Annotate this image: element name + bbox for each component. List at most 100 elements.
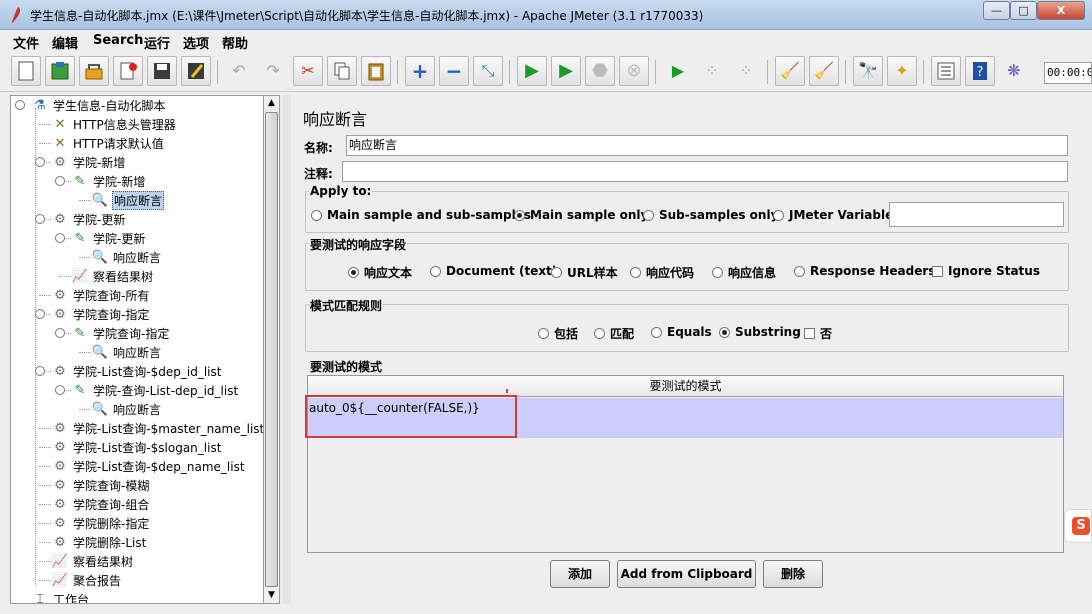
tree-expand-toggle-icon[interactable] — [35, 214, 45, 224]
clear-button[interactable]: 🧹 — [775, 56, 805, 86]
rule-equals-radio[interactable]: Equals — [651, 325, 712, 339]
add-button[interactable]: 添加 — [550, 560, 610, 588]
tree-item[interactable]: ✕ HTTP请求默认值 — [51, 134, 165, 153]
tree-item[interactable]: 🔍 响应断言 — [91, 400, 162, 419]
tree-item[interactable]: ⚙ 学院-List查询-$dep_name_list — [51, 457, 246, 476]
field-response-text-radio[interactable]: 响应文本 — [348, 264, 412, 281]
undo-button[interactable]: ↶ — [224, 56, 254, 86]
clear-all-button[interactable]: 🧹 — [809, 56, 839, 86]
close-file-button[interactable] — [113, 56, 143, 86]
new-button[interactable] — [11, 56, 41, 86]
tree-expand-toggle-icon[interactable] — [35, 157, 45, 167]
rule-matches-radio[interactable]: 匹配 — [594, 325, 634, 342]
tree-item[interactable]: ⚙ 学院删除-指定 — [51, 514, 150, 533]
delete-button[interactable]: 删除 — [763, 560, 823, 588]
field-url-radio[interactable]: URL样本 — [551, 264, 618, 281]
tree-expand-toggle-icon[interactable] — [55, 328, 65, 338]
field-document-radio[interactable]: Document (text) — [430, 264, 557, 278]
apply-variable-radio[interactable]: JMeter Variable — [773, 208, 893, 222]
tree-expand-toggle-icon[interactable] — [15, 100, 25, 110]
cut-button[interactable]: ✂ — [293, 56, 323, 86]
apply-main-only-radio[interactable]: Main sample only — [514, 208, 648, 222]
tree-item[interactable]: ⚙ 学院-List查询-$slogan_list — [51, 438, 222, 457]
redo-button[interactable]: ↷ — [258, 56, 288, 86]
stop-button[interactable]: ⬣ — [585, 56, 615, 86]
tree-item[interactable]: ⚙ 学院-List查询-$dep_id_list — [51, 362, 222, 381]
start-button[interactable]: ▶ — [517, 56, 547, 86]
tree-item[interactable]: ✎ 学院-更新 — [71, 229, 146, 248]
tree-item[interactable]: ✕ HTTP信息头管理器 — [51, 115, 177, 134]
tree-expand-toggle-icon[interactable] — [35, 309, 45, 319]
menu-search[interactable]: Search — [93, 33, 143, 48]
open-button[interactable] — [79, 56, 109, 86]
ignore-status-checkbox[interactable]: Ignore Status — [932, 264, 1040, 278]
tree-item[interactable]: 🔍 响应断言 — [91, 248, 162, 267]
tree-item[interactable]: ⚙ 学院查询-所有 — [51, 286, 150, 305]
apply-main-and-sub-radio[interactable]: Main sample and sub-samples — [311, 208, 531, 222]
tree-item[interactable]: ⚙ 学院-更新 — [51, 210, 126, 229]
tree-item[interactable]: 📈 察看结果树 — [71, 267, 154, 286]
comment-field[interactable] — [342, 161, 1068, 182]
rule-substring-radio[interactable]: Substring — [719, 325, 801, 339]
toggle-button[interactable]: ⤡ — [473, 56, 503, 86]
log-viewer-button[interactable]: ❋ — [999, 56, 1029, 86]
collapse-button[interactable]: − — [439, 56, 469, 86]
paste-button[interactable] — [361, 56, 391, 86]
field-response-message-radio[interactable]: 响应信息 — [712, 264, 776, 281]
tree-item[interactable]: 🔍 响应断言 — [91, 343, 162, 362]
tree-item[interactable]: ✎ 学院-新增 — [71, 172, 146, 191]
test-plan-tree[interactable]: ⚗ 学生信息-自动化脚本 ✕ HTTP信息头管理器 ✕ HTTP请求默认值 ⚙ 学院-新增 ✎ 学… — [10, 95, 264, 604]
panel-splitter[interactable] — [283, 95, 291, 604]
apply-sub-only-radio[interactable]: Sub-samples only — [643, 208, 778, 222]
copy-button[interactable] — [327, 56, 357, 86]
scroll-down-icon[interactable]: ▼ — [264, 588, 279, 603]
field-response-code-radio[interactable]: 响应代码 — [630, 264, 694, 281]
tree-expand-toggle-icon[interactable] — [35, 366, 45, 376]
close-window-button[interactable]: X — [1037, 1, 1085, 20]
tree-expand-toggle-icon[interactable] — [55, 176, 65, 186]
remote-start-button[interactable]: ▶ — [663, 56, 693, 86]
save-as-button[interactable] — [181, 56, 211, 86]
field-response-headers-radio[interactable]: Response Headers — [794, 264, 935, 278]
shutdown-button[interactable]: ⊗ — [619, 56, 649, 86]
save-button[interactable] — [147, 56, 177, 86]
minimize-button[interactable]: — — [983, 1, 1010, 20]
scroll-thumb[interactable] — [265, 112, 278, 587]
tree-item[interactable]: ⚙ 学院查询-指定 — [51, 305, 150, 324]
tree-expand-toggle-icon[interactable] — [55, 233, 65, 243]
menu-options[interactable]: 选项 — [183, 33, 209, 52]
tree-item[interactable]: ⚙ 学院-List查询-$master_name_list — [51, 419, 263, 438]
tree-item[interactable]: ⚗ 学生信息-自动化脚本 — [31, 96, 166, 115]
rule-not-checkbox[interactable]: 否 — [804, 325, 832, 342]
function-helper-button[interactable] — [931, 56, 961, 86]
ime-badge[interactable]: S — [1064, 509, 1092, 543]
name-field[interactable]: 响应断言 — [346, 135, 1068, 156]
reset-search-button[interactable]: ✦ — [887, 56, 917, 86]
jmeter-variable-field[interactable] — [889, 202, 1064, 227]
tree-item[interactable]: ✎ 学院-查询-List-dep_id_list — [71, 381, 239, 400]
maximize-button[interactable]: □ — [1010, 1, 1037, 20]
tree-item[interactable]: 📈 聚合报告 — [51, 571, 122, 590]
menu-edit[interactable]: 编辑 — [52, 33, 78, 52]
tree-item[interactable]: ⚙ 学院查询-模糊 — [51, 476, 150, 495]
menu-file[interactable]: 文件 — [13, 33, 39, 52]
rule-contains-radio[interactable]: 包括 — [538, 325, 578, 342]
tree-item[interactable]: 🔍 响应断言 — [91, 191, 165, 210]
templates-button[interactable] — [45, 56, 75, 86]
search-button[interactable]: 🔭 — [853, 56, 883, 86]
add-from-clipboard-button[interactable]: Add from Clipboard — [617, 560, 756, 588]
menu-help[interactable]: 帮助 — [222, 33, 248, 52]
tree-item[interactable]: ⌶ 工作台 — [31, 590, 90, 603]
tree-item[interactable]: ⚙ 学院删除-List — [51, 533, 147, 552]
scroll-up-icon[interactable]: ▲ — [264, 96, 279, 111]
expand-button[interactable]: + — [405, 56, 435, 86]
tree-item[interactable]: ⚙ 学院查询-组合 — [51, 495, 150, 514]
remote-stop-button[interactable]: ⁘ — [697, 56, 727, 86]
tree-item[interactable]: ⚙ 学院-新增 — [51, 153, 126, 172]
tree-expand-toggle-icon[interactable] — [55, 385, 65, 395]
start-no-timers-button[interactable]: ▶ — [551, 56, 581, 86]
tree-scrollbar[interactable]: ▲ ▼ — [264, 95, 280, 604]
patterns-column-header[interactable]: 要测试的模式 — [308, 376, 1063, 397]
help-button[interactable]: ? — [965, 56, 995, 86]
tree-item[interactable]: 📈 察看结果树 — [51, 552, 134, 571]
